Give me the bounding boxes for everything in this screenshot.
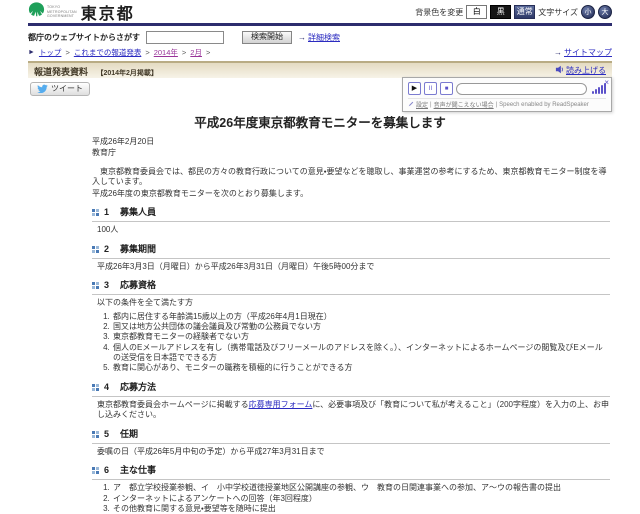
breadcrumb-marker-icon: ►: [28, 49, 35, 56]
player-stop-button[interactable]: ■: [440, 82, 453, 95]
arrow-icon: →: [298, 33, 306, 42]
section-bullet-icon: [92, 467, 100, 475]
article-body: 平成26年2月20日 教育庁 東京都教育委員会では、都民の方々の教育行政について…: [92, 137, 610, 514]
advanced-search-link[interactable]: 詳細検索: [308, 32, 340, 43]
intro-line-1: 東京都教育委員会では、都民の方々の教育行政についての意見・要望などを聴取し、事業…: [92, 167, 610, 188]
section-main-duties: 6 主な仕事 ア 都立学校授業参観、イ 小中学校道徳授業地区公開講座の参観、ウ …: [92, 465, 610, 514]
press-release-bar: 報道発表資料 【2014年2月掲載】 読み上げる: [28, 61, 612, 78]
section-eligibility: 3 応募資格 以下の条件を全て満たす方 都内に居住する年齢満15歳以上の方（平成…: [92, 280, 610, 374]
section-body: 100人: [97, 225, 610, 236]
tokyo-logo-link[interactable]: TOKYO METROPOLITAN GOVERNMENT 東京都: [28, 0, 135, 24]
breadcrumb: ► トップ これまでの報道発表 2014年 2月: [28, 47, 210, 58]
breadcrumb-link-top[interactable]: トップ: [39, 48, 62, 57]
breadcrumb-link-press-archive[interactable]: これまでの報道発表: [74, 48, 142, 57]
intro-line-2: 平成26年度の東京都教育モニターを次のとおり募集します。: [92, 189, 610, 200]
speaker-icon: [555, 65, 564, 76]
search-start-button[interactable]: 検索開始: [242, 31, 292, 44]
section-recruit-period: 2 募集期間 平成26年3月3日（月曜日）から平成26年3月31日（月曜日）午後…: [92, 244, 610, 272]
section-term: 5 任期 委嘱の日（平成26年5月中旬の予定）から平成27年3月31日まで: [92, 429, 610, 457]
list-item: インターネットによるアンケートへの回答（年3回程度）: [112, 494, 610, 504]
player-close-button[interactable]: ×: [604, 79, 609, 87]
list-item: 教育に関心があり、モニターの職務を積極的に行うことができる方: [112, 363, 610, 373]
breadcrumb-link-year[interactable]: 2014年: [154, 48, 178, 57]
intro-paragraphs: 東京都教育委員会では、都民の方々の教育行政についての意見・要望などを聴取し、事業…: [92, 167, 610, 200]
release-department: 教育庁: [92, 148, 610, 159]
bg-normal-button[interactable]: 通常: [514, 5, 535, 19]
player-progress-bar[interactable]: [456, 83, 587, 95]
section-body: 東京都教育委員会ホームページに掲載する応募専用フォームに、必要事項及び「教育につ…: [97, 400, 610, 421]
readspeaker-player: × ▶ II ■ 設定 | 音声が聞こえない場合 | Speech enable…: [402, 77, 612, 112]
agency-name-small: TOKYO METROPOLITAN GOVERNMENT: [47, 5, 77, 18]
breadcrumb-row: ► トップ これまでの報道発表 2014年 2月 → サイトマップ: [28, 47, 612, 57]
site-title: 東京都: [81, 0, 135, 24]
page-container: TOKYO METROPOLITAN GOVERNMENT 東京都 背景色を変更…: [28, 0, 612, 514]
section-heading: 6 主な仕事: [92, 465, 610, 480]
page-title: 平成26年度東京都教育モニターを募集します: [30, 112, 610, 131]
sitemap-link[interactable]: サイトマップ: [564, 47, 612, 58]
arrow-icon: →: [554, 48, 562, 57]
press-release-label: 報道発表資料: [34, 67, 88, 77]
player-settings-link[interactable]: 設定: [416, 100, 428, 109]
section-how-to-apply: 4 応募方法 東京都教育委員会ホームページに掲載する応募専用フォームに、必要事項…: [92, 382, 610, 421]
twitter-bird-icon: [37, 84, 48, 95]
list-item: 都内に居住する年齢満15歳以上の方（平成26年4月1日現在）: [112, 312, 610, 322]
press-release-title-group: 報道発表資料 【2014年2月掲載】: [34, 62, 158, 80]
bg-black-button[interactable]: 黒: [490, 5, 511, 19]
list-item: 個人のEメールアドレスを有し（携帯電話及びフリーメールのアドレスを除く。）、イン…: [112, 343, 610, 364]
breadcrumb-link-month[interactable]: 2月: [190, 48, 202, 57]
application-form-link[interactable]: 応募専用フォーム: [249, 400, 313, 409]
bg-white-button[interactable]: 白: [466, 5, 487, 19]
font-large-button[interactable]: 大: [598, 5, 612, 19]
section-heading: 1 募集人員: [92, 207, 610, 222]
list-item: 東京都教育モニターの経験者でない方: [112, 332, 610, 342]
section-body: 平成26年3月3日（月曜日）から平成26年3月31日（月曜日）午後5時00分まで: [97, 262, 610, 273]
section-bullet-icon: [92, 431, 100, 439]
player-help-link[interactable]: 音声が聞こえない場合: [434, 100, 494, 109]
list-item: その他教育に関する意見・要望等を随時に提出: [112, 504, 610, 514]
readspeaker-credit: Speech enabled by ReadSpeaker: [499, 102, 589, 108]
section-heading: 2 募集期間: [92, 244, 610, 259]
section-heading: 3 応募資格: [92, 280, 610, 295]
duties-list: ア 都立学校授業参観、イ 小中学校道徳授業地区公開講座の参観、ウ 教育の日関連事…: [92, 483, 610, 514]
tweet-button[interactable]: ツイート: [30, 82, 90, 96]
player-footer: 設定 | 音声が聞こえない場合 | Speech enabled by Read…: [408, 98, 606, 109]
site-header: TOKYO METROPOLITAN GOVERNMENT 東京都 背景色を変更…: [28, 0, 612, 22]
section-heading: 4 応募方法: [92, 382, 610, 397]
section-heading: 5 任期: [92, 429, 610, 444]
site-search-bar: 都庁のウェブサイトからさがす 検索開始 → 詳細検索: [28, 30, 612, 44]
section-body: 委嘱の日（平成26年5月中旬の予定）から平成27年3月31日まで: [97, 447, 610, 458]
main-content: × ▶ II ■ 設定 | 音声が聞こえない場合 | Speech enable…: [28, 78, 612, 514]
pencil-icon: [408, 101, 414, 109]
release-date: 平成26年2月20日: [92, 137, 610, 148]
section-lead: 以下の条件を全て満たす方: [97, 298, 610, 309]
section-bullet-icon: [92, 282, 100, 290]
eligibility-list: 都内に居住する年齢満15歳以上の方（平成26年4月1日現在） 国又は地方公共団体…: [92, 312, 610, 374]
accessibility-controls: 背景色を変更 白 黒 通常 文字サイズ 小 大: [415, 5, 612, 19]
press-release-date-note: 【2014年2月掲載】: [96, 70, 157, 77]
section-bullet-icon: [92, 384, 100, 392]
font-small-button[interactable]: 小: [581, 5, 595, 19]
list-item: 国又は地方公共団体の議会議員及び常勤の公務員でない方: [112, 322, 610, 332]
section-bullet-icon: [92, 246, 100, 254]
search-input[interactable]: [146, 31, 224, 44]
bg-change-label: 背景色を変更: [415, 7, 463, 18]
section-recruit-count: 1 募集人員 100人: [92, 207, 610, 235]
list-item: ア 都立学校授業参観、イ 小中学校道徳授業地区公開講座の参観、ウ 教育の日関連事…: [112, 483, 610, 493]
section-bullet-icon: [92, 209, 100, 217]
player-pause-button[interactable]: II: [424, 82, 437, 95]
tokyo-ginkgo-leaf-icon: [28, 2, 45, 23]
font-size-label: 文字サイズ: [538, 7, 578, 18]
player-play-button[interactable]: ▶: [408, 82, 421, 95]
read-aloud-link[interactable]: 読み上げる: [555, 65, 606, 76]
search-label: 都庁のウェブサイトからさがす: [28, 32, 140, 43]
